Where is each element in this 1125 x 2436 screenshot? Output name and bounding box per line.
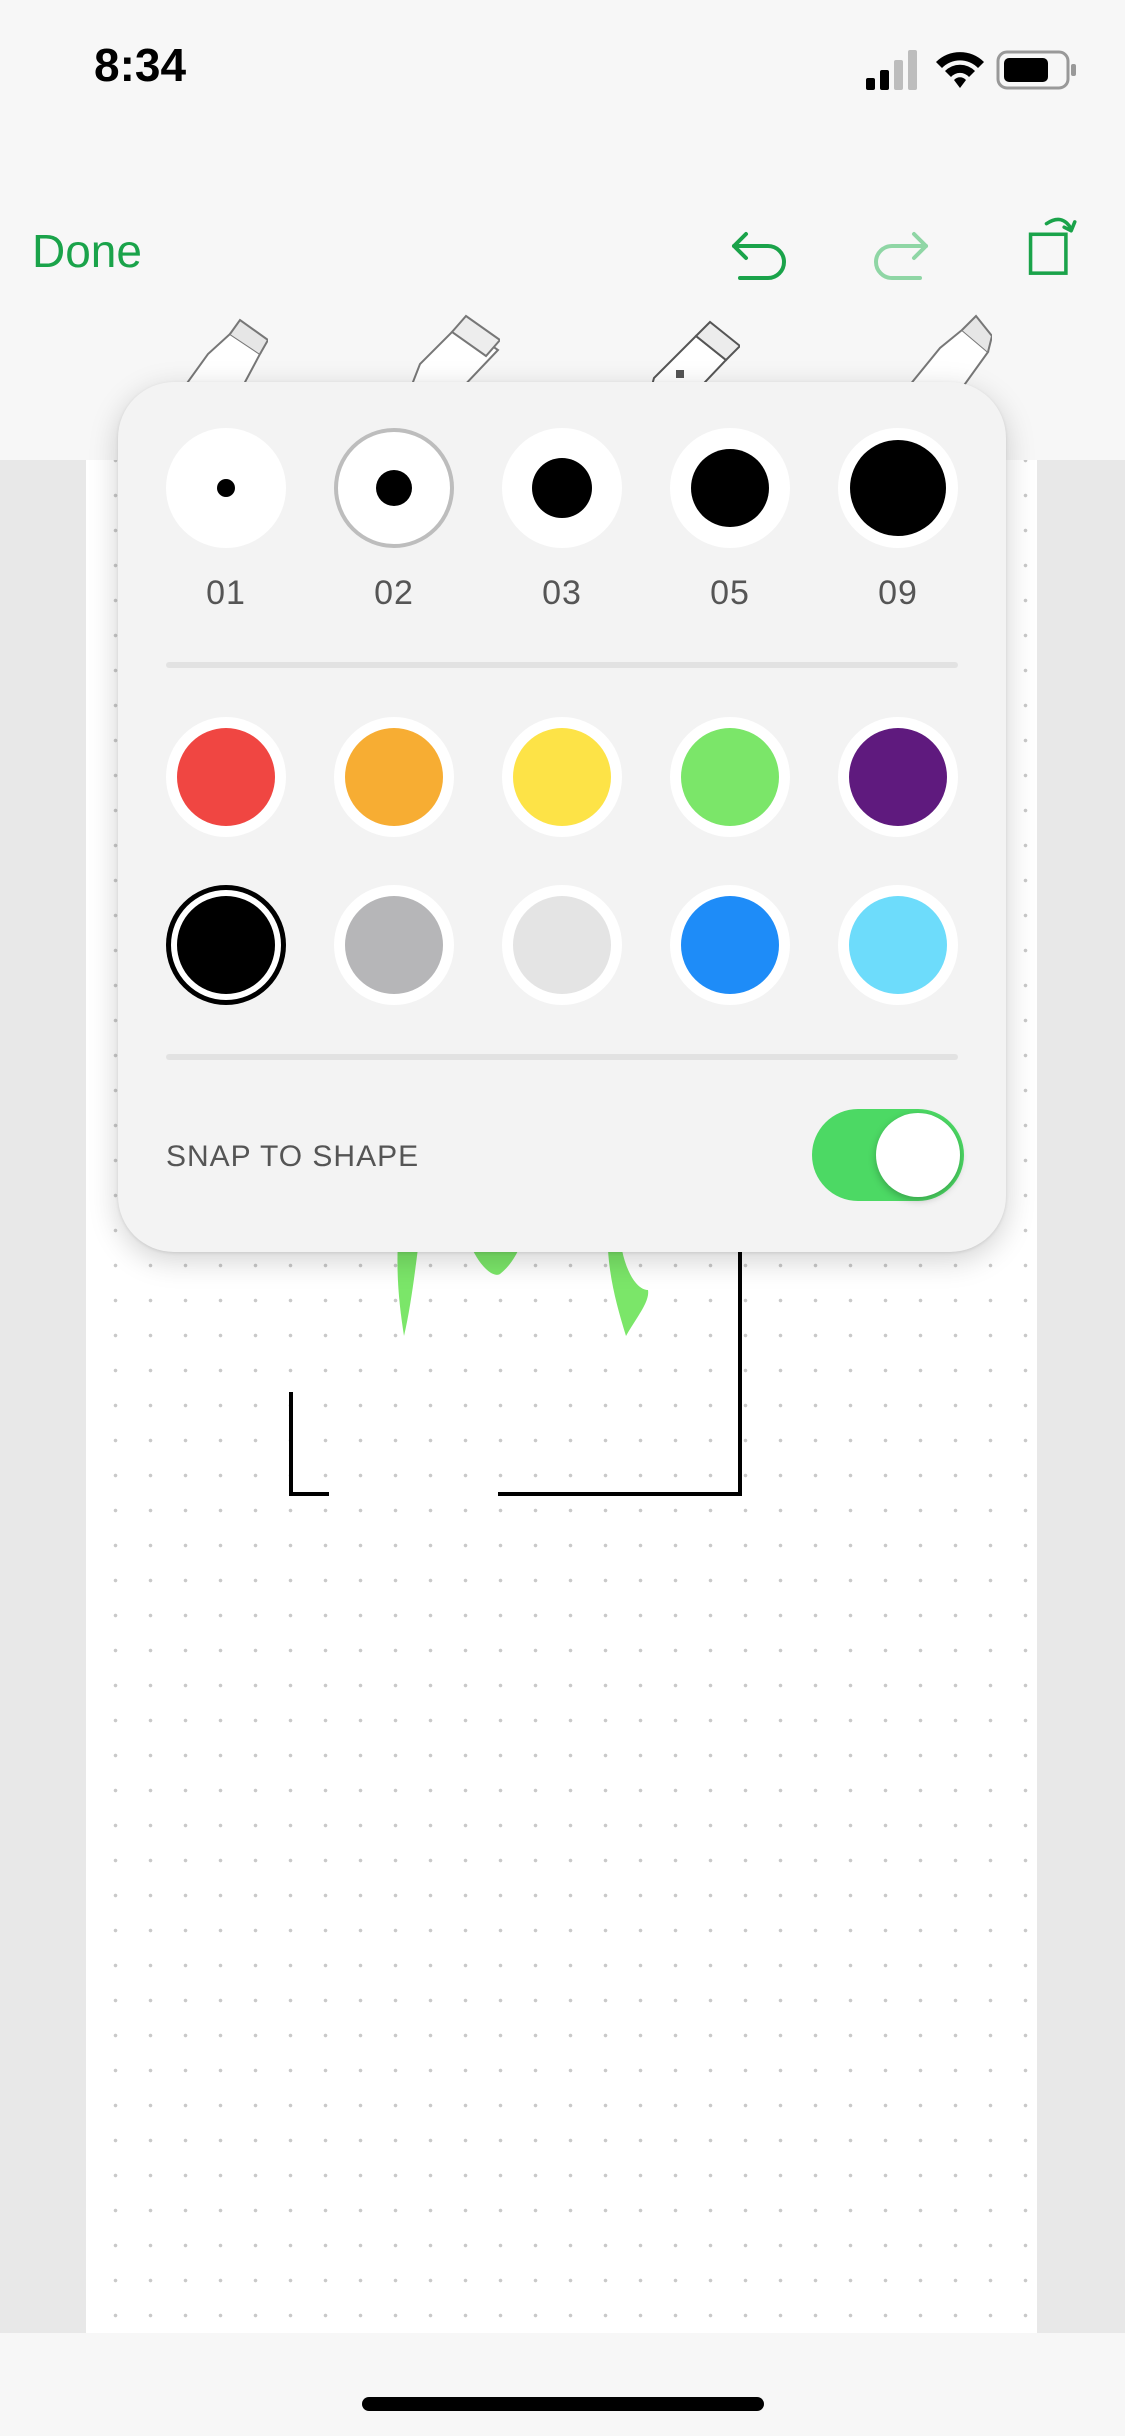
battery-icon xyxy=(996,50,1076,90)
wifi-icon xyxy=(936,52,984,88)
size-option-02[interactable] xyxy=(334,428,454,548)
snap-to-shape-label: SNAP TO SHAPE xyxy=(166,1140,420,1173)
color-swatch-light-gray[interactable] xyxy=(502,885,622,1005)
color-swatch-yellow[interactable] xyxy=(502,717,622,837)
size-dot xyxy=(532,458,592,518)
color-swatch-light-blue[interactable] xyxy=(838,885,958,1005)
rotate-icon[interactable] xyxy=(1012,206,1088,282)
done-button[interactable]: Done xyxy=(32,224,142,278)
swatch-fill xyxy=(681,896,779,994)
redo-icon[interactable] xyxy=(866,216,942,292)
size-dot xyxy=(850,440,946,536)
swatch-fill xyxy=(513,728,611,826)
swatch-fill xyxy=(177,728,275,826)
color-swatch-purple[interactable] xyxy=(838,717,958,837)
size-label-09: 09 xyxy=(878,574,918,612)
size-label-02: 02 xyxy=(374,574,414,612)
toggle-knob xyxy=(876,1113,960,1197)
color-swatch-red[interactable] xyxy=(166,717,286,837)
divider xyxy=(166,1054,958,1060)
size-option-01[interactable] xyxy=(166,428,286,548)
snap-to-shape-toggle[interactable] xyxy=(812,1109,964,1201)
color-swatch-gray[interactable] xyxy=(334,885,454,1005)
size-option-09[interactable] xyxy=(838,428,958,548)
size-label-01: 01 xyxy=(206,574,246,612)
undo-icon[interactable] xyxy=(718,216,794,292)
signal-icon xyxy=(866,50,917,90)
swatch-fill xyxy=(345,896,443,994)
status-time: 8:34 xyxy=(94,39,187,91)
status-icons xyxy=(866,50,1076,90)
size-dot xyxy=(376,470,412,506)
stroke-size-row xyxy=(166,428,958,548)
status-bar: 8:34 xyxy=(0,0,1125,130)
size-label-03: 03 xyxy=(542,574,582,612)
color-row-2 xyxy=(166,885,958,1005)
swatch-fill xyxy=(345,728,443,826)
swatch-fill xyxy=(513,896,611,994)
size-dot xyxy=(217,479,235,497)
swatch-fill xyxy=(849,896,947,994)
divider xyxy=(166,662,958,668)
swatch-fill xyxy=(681,728,779,826)
size-dot xyxy=(691,449,769,527)
home-indicator[interactable] xyxy=(362,2397,764,2411)
color-row-1 xyxy=(166,717,958,837)
size-option-03[interactable] xyxy=(502,428,622,548)
size-label-05: 05 xyxy=(710,574,750,612)
color-swatch-black[interactable] xyxy=(166,885,286,1005)
color-swatch-blue[interactable] xyxy=(670,885,790,1005)
color-swatch-orange[interactable] xyxy=(334,717,454,837)
swatch-fill xyxy=(849,728,947,826)
swatch-fill xyxy=(177,896,275,994)
home-bar xyxy=(0,2333,1125,2436)
tool-options-popover: 01 02 03 05 09 SNAP TO SHAPE xyxy=(118,382,1006,1252)
color-swatch-green[interactable] xyxy=(670,717,790,837)
size-option-05[interactable] xyxy=(670,428,790,548)
